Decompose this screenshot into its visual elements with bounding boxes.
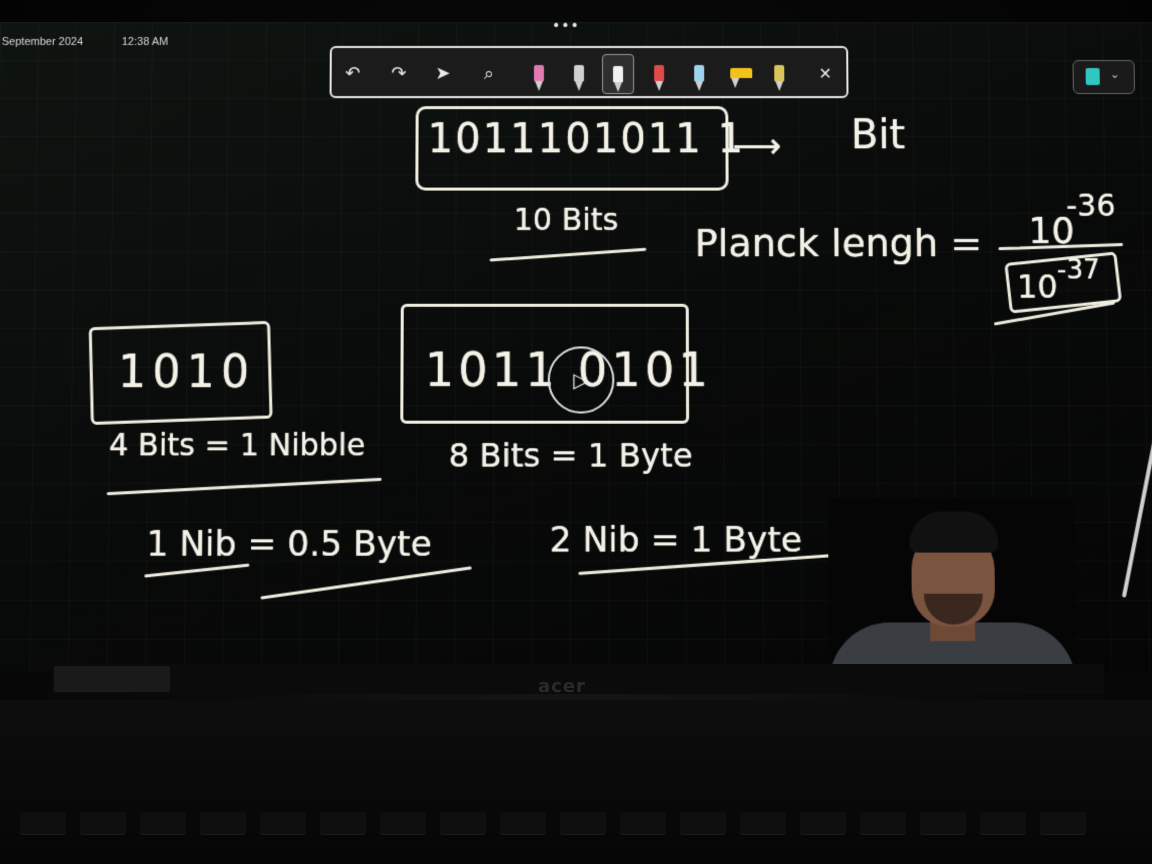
redo-icon[interactable]: ↷ [384,58,414,88]
yellow-marker-icon[interactable] [764,58,794,88]
key [680,812,726,834]
white-pen-selected-icon[interactable] [602,54,634,94]
undo-icon[interactable]: ↶ [338,58,368,88]
key [800,812,846,834]
app-switcher-button[interactable]: ⌄ [1072,60,1135,94]
key [740,812,786,834]
date-label: September 2024 [2,36,84,48]
key [980,812,1026,834]
close-icon[interactable]: ✕ [810,58,840,88]
key [320,812,366,834]
select-cursor-icon[interactable]: ➤ [428,58,458,88]
key [620,812,666,834]
key [380,812,426,834]
laptop-photo: September 2024 12:38 AM ••• ↶ ↷ ➤ ⌕ ✕ ⌄ … [0,0,1152,864]
yellow-highlighter-icon[interactable] [726,58,756,88]
screen: September 2024 12:38 AM ••• ↶ ↷ ➤ ⌕ ✕ ⌄ … [0,22,1152,672]
two-nib-equation: 2 Nib = 1 Byte [550,520,802,561]
key [920,812,966,834]
keyboard [0,700,1152,864]
ten-bits-label: 10 Bits [514,203,619,238]
key [500,812,546,834]
annotation-toolbar: ↶ ↷ ➤ ⌕ ✕ [330,46,849,98]
key [260,812,306,834]
more-options-icon[interactable]: ••• [552,22,580,34]
app-icon [1086,68,1100,85]
time-label: 12:38 AM [122,36,169,48]
white-pen-icon[interactable] [564,58,594,88]
key [140,812,186,834]
magnifier-icon[interactable]: ⌕ [474,58,504,88]
half-byte-equation: 1 Nib = 0.5 Byte [146,524,432,565]
play-video-button[interactable]: ▷ [548,346,615,413]
blue-pen-icon[interactable] [684,58,714,88]
byte-equation: 8 Bits = 1 Byte [449,436,693,475]
brand-logo: acer [538,676,586,697]
red-pen-icon[interactable] [644,58,674,88]
key [860,812,906,834]
pink-eraser-pen-icon[interactable] [524,58,554,88]
bit-label: Bit [851,112,906,158]
key [560,812,606,834]
presenter-hair [909,512,999,553]
bezel-tab [54,666,170,692]
nibble-equation: 4 Bits = 1 Nibble [109,428,365,464]
arrow: ⟶ [732,126,781,166]
key [80,812,126,834]
planck-numerator-exponent: -36 [1066,189,1116,224]
key [20,812,66,834]
presenter-webcam [828,497,1076,672]
planck-label: Planck lengh = [695,221,983,265]
planck-denominator: 10 [1017,267,1058,305]
nibble-value: 1010 [118,346,256,398]
key [1040,812,1086,834]
key [440,812,486,834]
planck-denominator-exponent: -37 [1057,255,1100,285]
binary-sequence: 1011101011 1 [427,116,745,162]
key [200,812,246,834]
chevron-down-icon: ⌄ [1110,67,1120,81]
